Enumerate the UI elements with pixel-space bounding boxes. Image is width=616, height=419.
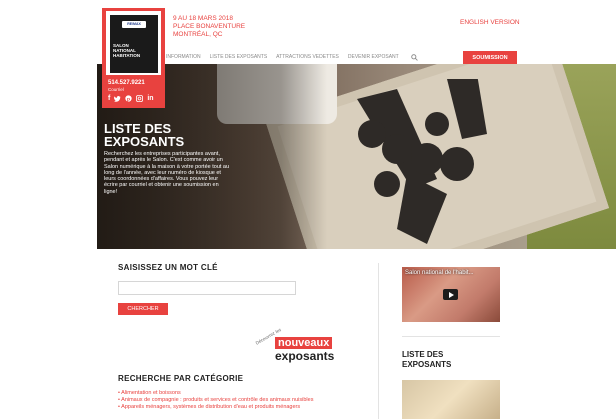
event-city: MONTRÉAL, QC [173, 31, 223, 38]
hero-title: LISTE DES EXPOSANTS [104, 121, 185, 149]
twitter-icon[interactable] [114, 95, 121, 105]
site-header: 9 AU 18 MARS 2018 PLACE BONAVENTURE MONT… [0, 0, 616, 64]
category-list: Alimentation et boissons Animaux de comp… [118, 390, 313, 412]
email-link[interactable]: Courriel [108, 87, 124, 92]
svg-text:p: p [127, 97, 130, 102]
phone-number[interactable]: 514.527.9221 [108, 80, 145, 86]
sidebar-title: LISTE DES EXPOSANTS [402, 350, 452, 369]
nav-item-attractions[interactable]: ATTRACTIONS VEDETTES [276, 54, 339, 60]
linkedin-icon[interactable]: in [147, 95, 153, 105]
logo-mark: RE/MAX SALON NATIONAL HABITATION [110, 15, 158, 73]
video-thumbnail[interactable]: Salon national de l'habit... [402, 267, 500, 322]
search-title: SAISISSEZ UN MOT CLÉ [118, 263, 218, 272]
nav-item-exhibitors[interactable]: LISTE DES EXPOSANTS [210, 54, 268, 60]
play-icon[interactable] [443, 289, 458, 300]
remax-logo: RE/MAX [122, 21, 146, 28]
logo-block: RE/MAX SALON NATIONAL HABITATION 514.527… [102, 8, 165, 108]
english-version-link[interactable]: ENGLISH VERSION [460, 19, 520, 26]
column-divider [378, 263, 379, 419]
search-button[interactable]: CHERCHER [118, 303, 168, 315]
hero-decor-image [357, 79, 487, 244]
logo-text: SALON NATIONAL HABITATION [113, 43, 141, 58]
search-icon[interactable] [410, 52, 420, 62]
instagram-icon[interactable] [136, 95, 144, 105]
category-item[interactable]: Appareils ménagers, systèmes de distribu… [118, 404, 313, 411]
facebook-icon[interactable]: f [108, 95, 110, 105]
pinterest-icon[interactable]: p [125, 95, 132, 105]
nav-item-information[interactable]: INFORMATION [166, 54, 201, 60]
category-item[interactable]: Animaux de compagnie : produits et servi… [118, 397, 313, 404]
category-title: RECHERCHE PAR CATÉGORIE [118, 374, 244, 383]
logo[interactable]: RE/MAX SALON NATIONAL HABITATION [106, 11, 161, 75]
social-links: f p in [108, 95, 154, 105]
event-info: 9 AU 18 MARS 2018 PLACE BONAVENTURE MONT… [173, 15, 245, 39]
sidebar-divider [402, 336, 500, 337]
category-item[interactable]: Alimentation et boissons [118, 390, 313, 397]
hero-description: Recherchez les entreprises participantes… [104, 151, 230, 195]
nav-item-become-exhibitor[interactable]: DEVENIR EXPOSANT [348, 54, 399, 60]
event-place: PLACE BONAVENTURE [173, 23, 246, 30]
hero-banner: LISTE DES EXPOSANTS Recherchez les entre… [97, 64, 616, 249]
sidebar-image[interactable] [402, 380, 500, 419]
submission-button[interactable]: SOUMISSION [463, 51, 517, 64]
event-date: 9 AU 18 MARS 2018 [173, 15, 233, 22]
keyword-search-input[interactable] [118, 281, 296, 295]
new-exhibitors-badge[interactable]: Découvrez les nouveaux exposants [255, 327, 345, 367]
video-title: Salon national de l'habit... [405, 270, 474, 276]
